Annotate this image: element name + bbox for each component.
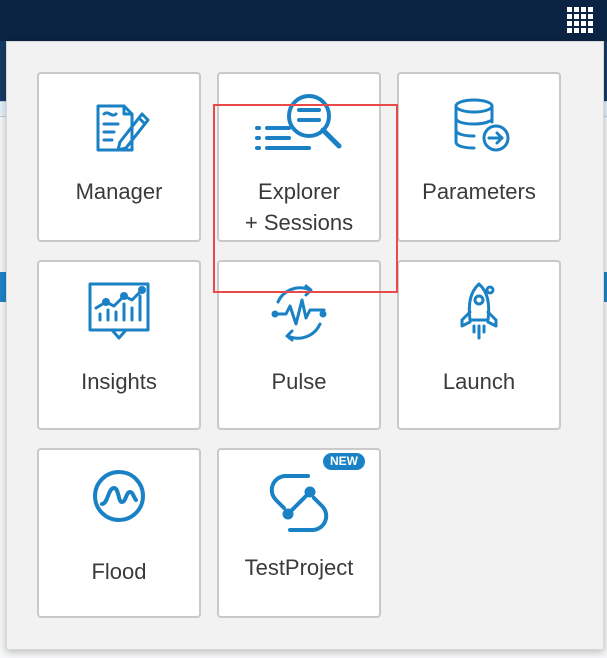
app-label-pulse: Pulse <box>271 369 327 394</box>
app-label-testproject: TestProject <box>244 555 354 580</box>
app-tile-insights[interactable]: Insights <box>37 260 201 430</box>
app-launcher-panel: Manager Explorer + Sessions Parameters I… <box>6 41 604 650</box>
search-list-icon <box>249 90 349 160</box>
app-label-flood: Flood <box>91 559 147 584</box>
pulse-cycle-icon <box>264 278 334 348</box>
top-navigation-bar <box>0 0 607 41</box>
wave-circle-icon <box>84 466 154 536</box>
app-tile-testproject[interactable]: NEW TestProject <box>217 448 381 618</box>
chart-board-icon <box>84 278 154 348</box>
database-arrow-icon <box>444 90 514 160</box>
app-tile-explorer-sessions[interactable]: Explorer + Sessions <box>217 72 381 242</box>
app-label-explorer: Explorer <box>258 179 340 204</box>
app-tile-pulse[interactable]: Pulse <box>217 260 381 430</box>
app-label-insights: Insights <box>81 369 157 394</box>
app-tile-flood[interactable]: Flood <box>37 448 201 618</box>
app-tile-manager[interactable]: Manager <box>37 72 201 242</box>
app-label-sessions: + Sessions <box>244 210 354 235</box>
app-tile-parameters[interactable]: Parameters <box>397 72 561 242</box>
testproject-logo-icon <box>264 468 334 538</box>
app-label-launch: Launch <box>442 369 516 394</box>
rocket-icon <box>444 278 514 348</box>
document-edit-icon <box>84 90 154 160</box>
app-tile-launch[interactable]: Launch <box>397 260 561 430</box>
app-label-manager: Manager <box>75 179 163 204</box>
apps-grid-icon[interactable] <box>567 7 593 33</box>
app-label-parameters: Parameters <box>422 179 536 204</box>
